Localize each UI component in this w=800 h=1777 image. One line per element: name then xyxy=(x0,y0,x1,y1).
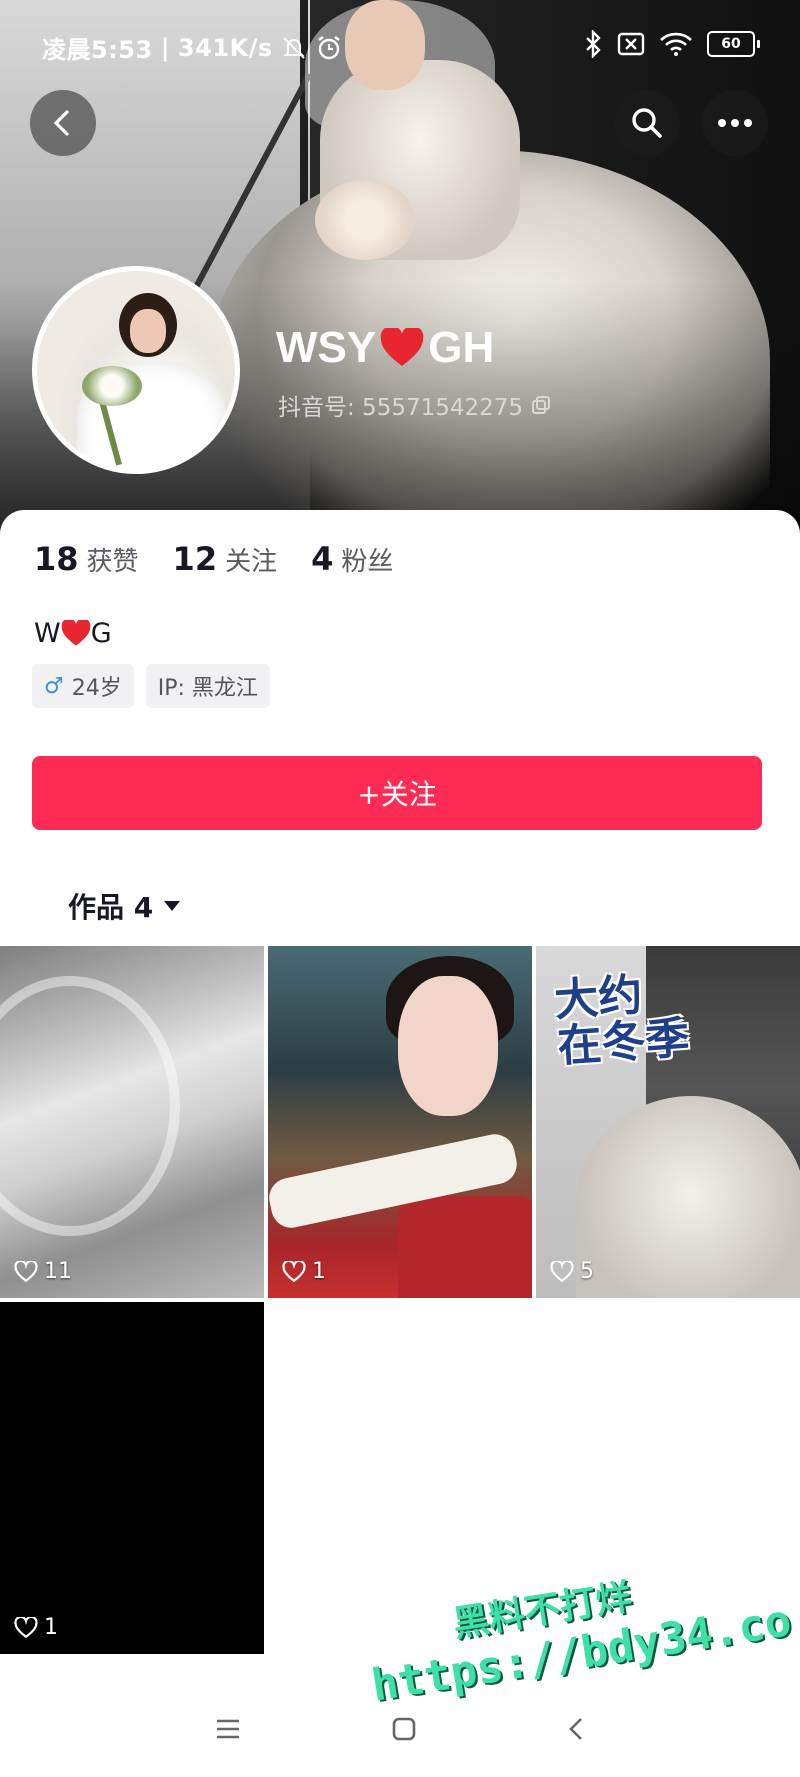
more-button[interactable] xyxy=(702,90,768,156)
like-count-value: 1 xyxy=(312,1259,326,1284)
bio: W G xyxy=(34,618,112,649)
wifi-icon xyxy=(660,32,692,56)
like-count: 1 xyxy=(282,1259,326,1284)
profile-name-part1: WSY xyxy=(276,323,377,372)
back-nav-icon[interactable] xyxy=(567,1716,585,1742)
status-right: 60 xyxy=(583,30,760,58)
more-dots-icon xyxy=(718,119,752,127)
video-thumbnail[interactable]: 大约 在冬季 5 xyxy=(536,946,800,1298)
copy-icon[interactable] xyxy=(531,395,551,415)
mute-icon xyxy=(283,36,305,59)
battery-indicator: 60 xyxy=(707,31,760,57)
age-text: 24岁 xyxy=(71,676,122,701)
stat-followers-value: 4 xyxy=(311,540,334,578)
heart-outline-icon xyxy=(282,1260,306,1282)
douyin-id-text: 抖音号: 55571542275 xyxy=(278,395,524,421)
no-sim-icon xyxy=(617,32,645,56)
stat-following-label: 关注 xyxy=(225,547,278,577)
search-button[interactable] xyxy=(614,90,680,156)
ip-tag: IP: 黑龙江 xyxy=(145,664,270,708)
video-thumbnail[interactable]: 11 xyxy=(0,946,264,1298)
video-thumbnail[interactable]: 1 xyxy=(268,946,532,1298)
stat-following[interactable]: 12 关注 xyxy=(173,540,278,578)
bluetooth-icon xyxy=(586,30,601,58)
status-time: 凌晨5:53 xyxy=(42,36,153,64)
thumbnail-face xyxy=(398,976,498,1116)
stat-likes-value: 18 xyxy=(34,540,79,578)
like-count: 1 xyxy=(14,1615,58,1640)
like-count-value: 1 xyxy=(44,1615,58,1640)
thumbnail-title-line2: 在冬季 xyxy=(556,1013,692,1072)
douyin-id[interactable]: 抖音号: 55571542275 xyxy=(278,388,551,422)
profile-tags: ♂ 24岁 IP: 黑龙江 xyxy=(32,664,270,708)
status-bar: 凌晨5:53 | 341K/s 60 xyxy=(0,0,800,90)
male-icon: ♂ xyxy=(44,673,64,699)
search-icon xyxy=(632,108,662,138)
follow-button[interactable]: +关注 xyxy=(32,756,762,830)
like-count: 5 xyxy=(550,1259,594,1284)
profile-name: WSY GH xyxy=(276,323,494,373)
caret-down-icon xyxy=(164,901,181,911)
alarm-icon xyxy=(317,35,340,59)
chevron-left-icon xyxy=(53,110,69,136)
stats-row: 18 获赞 12 关注 4 粉丝 xyxy=(34,540,393,578)
status-left: 凌晨5:53 | 341K/s xyxy=(42,30,343,65)
stat-likes-label: 获赞 xyxy=(86,547,139,577)
stat-followers-label: 粉丝 xyxy=(341,547,394,577)
heart-outline-icon xyxy=(14,1616,38,1638)
tab-works-label: 作品 4 xyxy=(68,891,154,924)
like-count: 11 xyxy=(14,1259,72,1284)
battery-level: 60 xyxy=(707,31,755,57)
video-thumbnail[interactable]: 1 xyxy=(0,1302,264,1654)
cover-bouquet xyxy=(315,180,415,260)
status-separator: | xyxy=(160,33,170,62)
avatar-face xyxy=(130,309,166,353)
avatar-bouquet xyxy=(82,366,142,406)
stat-following-value: 12 xyxy=(172,540,218,578)
like-count-value: 5 xyxy=(580,1259,594,1284)
thumbnail-robe xyxy=(398,1196,532,1298)
profile-screen: 凌晨5:53 | 341K/s 60 WSY GH 抖音号: 555715422… xyxy=(0,0,800,1777)
thumbnail-title: 大约 在冬季 xyxy=(553,970,692,1072)
home-icon[interactable] xyxy=(391,1716,417,1742)
thumbnail-artwork xyxy=(0,976,180,1236)
heart-outline-icon xyxy=(14,1260,38,1282)
bio-part1: W xyxy=(34,618,61,649)
heart-outline-icon xyxy=(550,1260,574,1282)
like-count-value: 11 xyxy=(44,1259,72,1284)
bio-part2: G xyxy=(90,618,112,649)
menu-icon[interactable] xyxy=(215,1718,241,1740)
tab-works[interactable]: 作品 4 xyxy=(68,886,181,926)
status-net-speed: 341K/s xyxy=(177,33,273,62)
stat-followers[interactable]: 4 粉丝 xyxy=(311,540,393,578)
age-tag: ♂ 24岁 xyxy=(32,664,134,708)
avatar[interactable] xyxy=(32,266,240,474)
bio-heart-icon xyxy=(61,620,91,646)
profile-name-part2: GH xyxy=(428,323,495,372)
stat-likes[interactable]: 18 获赞 xyxy=(34,540,139,578)
battery-tip xyxy=(757,40,760,48)
back-button[interactable] xyxy=(30,90,96,156)
heart-icon xyxy=(380,328,424,366)
ip-text: IP: 黑龙江 xyxy=(157,676,258,701)
